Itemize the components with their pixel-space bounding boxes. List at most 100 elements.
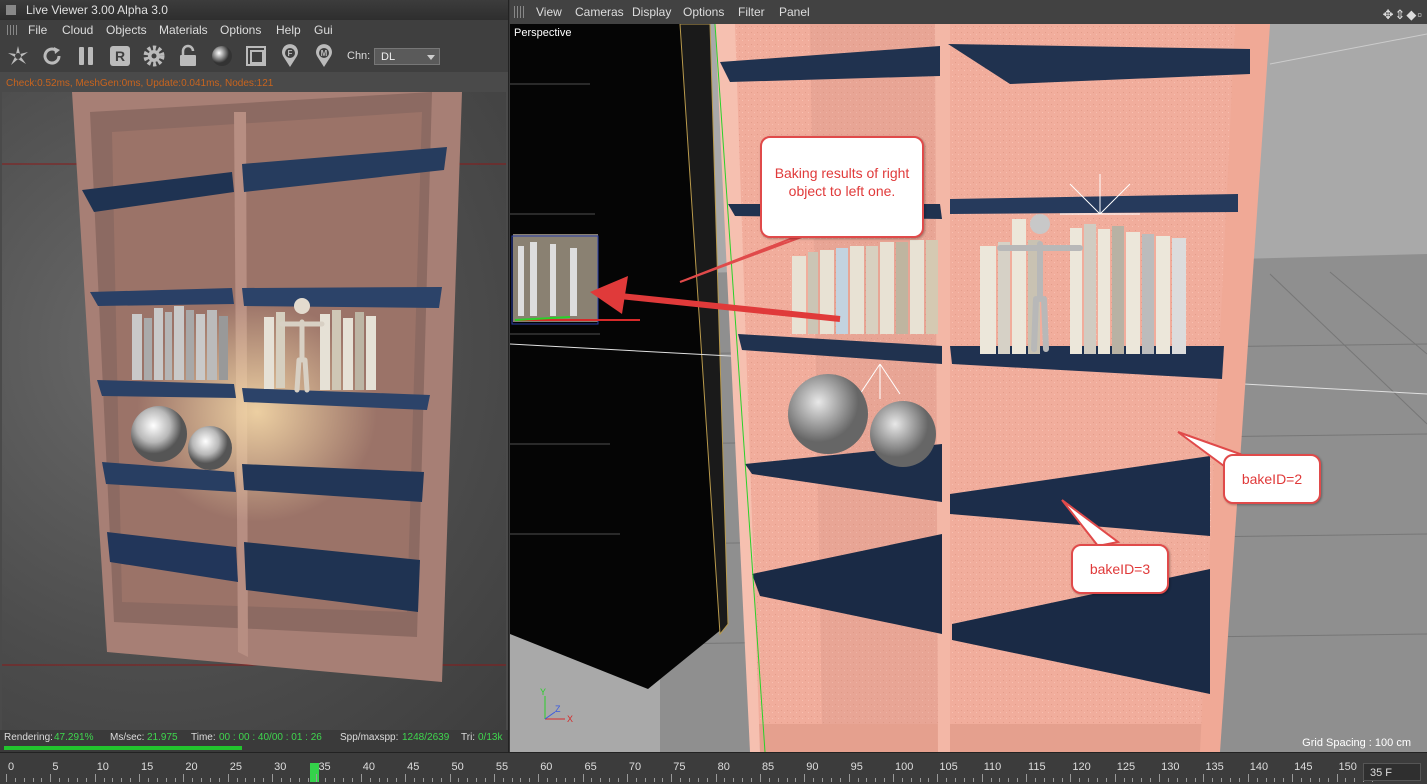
timeline-tick [848,774,850,782]
timeline-tick [777,778,779,782]
timeline-tick [1309,778,1311,782]
timeline-tick [1283,778,1285,782]
timeline-tick [626,774,628,782]
menu-cloud[interactable]: Cloud [62,20,93,40]
timeline-tick [1114,774,1116,782]
timeline-tick [112,778,114,782]
timeline-label: 145 [1294,761,1313,773]
timeline-tick [591,778,593,782]
bakeid-3-callout: bakeID=3 [1071,544,1169,594]
timeline-tick [23,778,25,782]
timeline-tick [1194,778,1196,782]
viewport-scene [510,24,1427,752]
timeline-tick [85,778,87,782]
zoom-view-icon[interactable]: ◆ [1406,7,1417,22]
grip-icon[interactable] [7,25,19,35]
menu-filter[interactable]: Filter [738,0,765,24]
scroll-view-icon[interactable]: ⇕ [1394,7,1406,22]
timeline-tick [32,778,34,782]
timeline-tick [511,778,513,782]
region-icon[interactable]: R [108,44,132,68]
timeline-tick [183,774,185,782]
material-ball-icon[interactable] [210,44,234,68]
timeline-tick [520,778,522,782]
timeline-tick [1354,778,1356,782]
focus-pin-icon[interactable]: F [278,44,302,68]
timeline-label: 105 [939,761,958,773]
channel-select[interactable]: DL [374,48,440,65]
timeline-label: 80 [717,761,730,773]
menu-materials[interactable]: Materials [159,20,208,40]
marker-pin-icon[interactable]: M [312,44,336,68]
move-view-icon[interactable]: ✥ [1383,7,1395,22]
timeline-tick [937,774,939,782]
timeline-tick [981,774,983,782]
timeline-tick [1017,778,1019,782]
lock-icon[interactable] [176,44,200,68]
timeline-label: 130 [1161,761,1180,773]
timeline-tick [1061,778,1063,782]
current-frame-field[interactable]: 35 F [1363,763,1421,781]
axis-z-label: Z [555,704,561,714]
bakeid-2-callout: bakeID=2 [1223,454,1321,504]
timeline-label: 35 [318,761,331,773]
timeline-tick [724,778,726,782]
timeline-tick [884,778,886,782]
timeline-label: 15 [141,761,154,773]
pause-icon[interactable] [74,44,98,68]
timeline-tick [671,774,673,782]
perspective-viewport[interactable]: Perspective Y X Z Baking results of righ… [510,24,1427,752]
timeline-tick [351,778,353,782]
timeline-tick [1088,778,1090,782]
menu-options[interactable]: Options [220,20,261,40]
timeline-tick [751,778,753,782]
timeline-tick [635,778,637,782]
timeline-tick [1141,778,1143,782]
menu-gui[interactable]: Gui [314,20,333,40]
timeline-tick [1043,778,1045,782]
menu-objects[interactable]: Objects [106,20,147,40]
timeline-tick [59,778,61,782]
timeline-ruler[interactable]: 0 5 10 15 20 25 30 35 40 45 50 55 60 65 70 75 80 85 90 95 10… [6,761,1373,784]
menu-file[interactable]: File [28,20,47,40]
timeline-tick [609,778,611,782]
timeline-tick [1345,778,1347,782]
menu-display[interactable]: Display [632,0,671,24]
timeline-tick [1167,778,1169,782]
timeline-label: 100 [895,761,914,773]
camera-label[interactable]: Perspective [514,27,571,39]
timeline-tick [396,778,398,782]
render-preview[interactable] [2,92,506,730]
menu-cameras[interactable]: Cameras [575,0,624,24]
timeline-tick [6,774,7,782]
channel-label: Chn: [347,50,371,62]
timeline: 0 5 10 15 20 25 30 35 40 45 50 55 60 65 70 75 80 85 90 95 10… [0,752,1427,784]
menu-options[interactable]: Options [683,0,724,24]
grip-icon[interactable] [514,6,526,18]
timeline-tick [68,778,70,782]
spp-label: Spp/maxspp: [340,732,399,743]
menu-view[interactable]: View [536,0,562,24]
menu-panel[interactable]: Panel [779,0,810,24]
timeline-tick [946,778,948,782]
menu-help[interactable]: Help [276,20,301,40]
timeline-label: 55 [495,761,509,773]
refresh-icon[interactable] [40,44,64,68]
settings-icon[interactable] [142,44,166,68]
timeline-label: 45 [407,761,420,773]
timeline-tick [1203,774,1205,782]
timeline-tick [1150,778,1152,782]
timeline-tick [1132,778,1134,782]
timeline-tick [1079,778,1081,782]
rendering-label: Rendering: [4,732,53,743]
timeline-tick [449,774,451,782]
snapshot-icon[interactable] [6,44,30,68]
timeline-tick [857,778,859,782]
frame-icon[interactable] [244,44,268,68]
maximize-view-icon[interactable]: ▫ [1417,7,1423,22]
timeline-tick [1318,778,1320,782]
timeline-tick [467,778,469,782]
timeline-tick [529,778,531,782]
timeline-tick [875,778,877,782]
axis-y-label: Y [540,687,547,697]
